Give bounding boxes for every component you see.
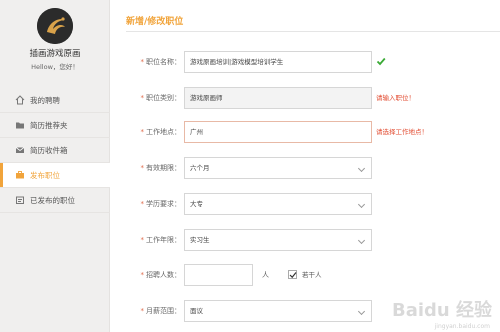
experience-select[interactable]: 实习生 — [184, 229, 372, 251]
chevron-down-icon — [357, 307, 366, 316]
validity-select-value: 六个月 — [190, 164, 210, 172]
user-name: 插画游戏原画 — [29, 49, 81, 59]
sidebar-nav: 我的聘聘 简历推荐夹 简历收件箱 发布职位 已发布的职位 — [0, 88, 110, 213]
experience-label: * 工作年限： — [140, 236, 182, 244]
form-row-location: * 工作地点： 广州 请选择工作地点！ — [110, 121, 500, 143]
job-name-input[interactable]: 游戏原画培训|游戏模型培训学生 — [184, 51, 372, 73]
form-row-job-name: * 职位名称： 游戏原画培训|游戏模型培训学生 — [110, 51, 500, 73]
form-row-headcount: * 招聘人数： 人 若干人 — [110, 264, 500, 286]
chevron-down-icon — [357, 200, 366, 209]
sidebar-item-published-jobs[interactable]: 已发布的职位 — [0, 188, 110, 213]
sidebar-item-resume-folder[interactable]: 简历推荐夹 — [0, 113, 110, 138]
sidebar-item-publish-job[interactable]: 发布职位 — [0, 163, 110, 188]
sidebar-item-resume-inbox[interactable]: 简历收件箱 — [0, 138, 110, 163]
location-label: * 工作地点： — [140, 128, 182, 136]
sidebar: 插画游戏原画 Hellow，您好！ 我的聘聘 简历推荐夹 简历收件箱 发布职位 — [0, 0, 110, 332]
headcount-several-checkbox[interactable] — [288, 270, 297, 279]
sidebar-item-label: 发布职位 — [30, 170, 60, 180]
main-content: 新增/修改职位 * 职位名称： 游戏原画培训|游戏模型培训学生 * 职位类别： 游戏… — [110, 0, 500, 332]
job-type-error: 请输入职位！ — [376, 94, 415, 102]
title-divider — [126, 31, 500, 32]
phoenix-logo-icon — [37, 8, 73, 44]
form-row-experience: * 工作年限： 实习生 — [110, 229, 500, 251]
salary-select[interactable]: 面议 — [184, 300, 372, 322]
sidebar-item-label: 简历收件箱 — [30, 145, 68, 155]
salary-label: * 月薪范围： — [140, 307, 182, 315]
page-title: 新增/修改职位 — [126, 17, 184, 27]
location-input[interactable]: 广州 — [184, 121, 372, 143]
form-row-validity: * 有效期限： 六个月 — [110, 157, 500, 179]
headcount-label: * 招聘人数： — [140, 271, 182, 279]
headcount-several-label: 若干人 — [302, 271, 322, 279]
education-select[interactable]: 大专 — [184, 193, 372, 215]
chevron-down-icon — [357, 164, 366, 173]
experience-select-value: 实习生 — [190, 236, 210, 244]
baidu-watermark: Baidu 经验 — [391, 300, 492, 321]
education-select-value: 大专 — [190, 200, 203, 208]
chevron-down-icon — [357, 236, 366, 245]
checkmark-icon — [289, 272, 297, 279]
folder-icon — [14, 120, 25, 131]
valid-check-icon — [376, 57, 386, 66]
form-row-job-type: * 职位类别： 游戏原画师 请输入职位！ — [110, 87, 500, 109]
job-type-label: * 职位类别： — [140, 94, 182, 102]
baidu-watermark-url: jingyan.baidu.com — [434, 323, 490, 330]
headcount-input[interactable] — [184, 264, 253, 286]
education-label: * 学历要求： — [140, 200, 182, 208]
job-name-label: * 职位名称： — [140, 58, 182, 66]
validity-select[interactable]: 六个月 — [184, 157, 372, 179]
sidebar-item-my-jobs[interactable]: 我的聘聘 — [0, 88, 110, 113]
sidebar-item-label: 已发布的职位 — [30, 195, 75, 205]
sidebar-item-label: 简历推荐夹 — [30, 120, 68, 130]
job-type-input[interactable]: 游戏原画师 — [184, 87, 372, 109]
salary-select-value: 面议 — [190, 307, 203, 315]
validity-label: * 有效期限： — [140, 164, 182, 172]
published-icon — [14, 195, 25, 206]
form-row-education: * 学历要求： 大专 — [110, 193, 500, 215]
inbox-icon — [14, 145, 25, 156]
publish-icon — [14, 170, 25, 181]
user-greeting: Hellow，您好！ — [31, 63, 79, 71]
avatar[interactable] — [37, 8, 73, 44]
location-error: 请选择工作地点！ — [376, 128, 428, 136]
sidebar-item-label: 我的聘聘 — [30, 95, 60, 105]
home-icon — [14, 95, 25, 106]
headcount-unit: 人 — [262, 271, 269, 279]
